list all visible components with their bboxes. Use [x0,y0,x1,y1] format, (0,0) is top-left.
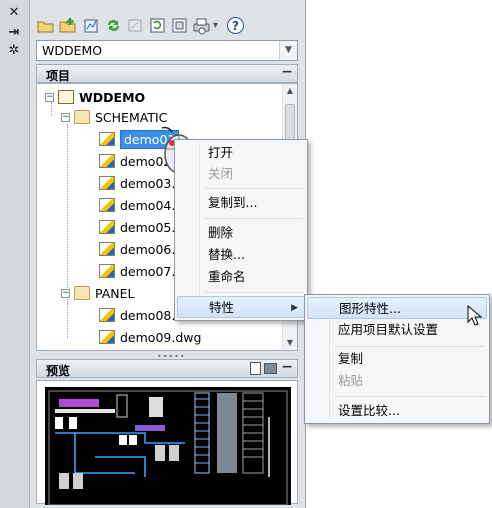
preview-pane [36,380,298,505]
collapse-icon[interactable]: − [61,288,70,298]
folder-icon [74,286,90,300]
drawing-label: demo09.dwg [120,329,202,345]
menu-item-open[interactable]: 打开 [177,142,305,164]
autohide-button[interactable]: ⇥ [6,26,22,40]
tree-folder-panel[interactable]: − PANEL [61,283,135,303]
preview-image-icon[interactable] [264,363,277,374]
drawing-icon [99,264,115,278]
drawing-icon [99,242,115,256]
refresh-button[interactable] [104,16,123,35]
drawing-icon [99,176,115,190]
palette-title-strip: ✕ ⇥ ✲ [0,0,30,508]
submenu-item-paste: 粘贴 [338,373,364,388]
drawing-icon [99,132,115,146]
context-menu: 打开 关闭 复制到... 删除 替换... 重命名 特性 ▶ [174,139,308,321]
menu-item-properties-label: 特性 [209,300,235,315]
folder-icon [74,110,90,124]
tree-root-node[interactable]: − WDDEMO [45,87,145,107]
project-selector-value: WDDEMO [42,43,103,58]
tree-folder-schematic[interactable]: − SCHEMATIC [61,107,167,127]
drawing-icon [99,198,115,212]
new-drawing-button[interactable] [82,16,101,35]
tree-drawing-item[interactable]: demo08.d [99,305,183,325]
open-project-button[interactable] [36,16,55,35]
plot-dropdown-arrow[interactable]: ▾ [213,16,223,35]
folder-label: SCHEMATIC [95,109,168,125]
menu-item-rename[interactable]: 重命名 [177,266,305,288]
close-palette-button[interactable]: ✕ [6,6,22,20]
new-project-button[interactable] [58,16,77,35]
menu-item-properties[interactable]: 特性 ▶ [177,296,305,318]
drawing-icon [99,330,115,344]
collapse-icon[interactable]: − [45,92,54,102]
menu-item-replace[interactable]: 替换... [177,244,305,266]
folder-label: PANEL [95,285,135,301]
submenu-item-copy[interactable]: 复制 [307,348,487,370]
drawing-list-button[interactable] [170,16,189,35]
minimize-projects-button[interactable]: − [281,64,293,80]
submenu-item-apply-defaults[interactable]: 应用项目默认设置 [307,319,487,341]
tree-drawing-item[interactable]: demo06.d [99,239,183,259]
scroll-down-icon[interactable]: ▼ [283,336,297,350]
project-properties-button[interactable] [148,16,167,35]
tree-root-label: WDDEMO [79,89,146,105]
scrollbar-thumb[interactable] [285,104,295,144]
new-drawing-icon [84,19,98,33]
submenu-arrow-icon: ▶ [291,303,298,313]
chevron-down-icon[interactable]: ▼ [279,41,297,60]
update-button[interactable] [126,16,145,35]
tree-drawing-item[interactable]: demo09.dwg [99,327,201,347]
update-icon [128,19,142,32]
projects-panel-header: 项目 − [36,64,298,83]
open-project-icon [37,21,54,33]
minimize-preview-button[interactable]: − [281,359,293,375]
menu-item-close: 关闭 [208,166,234,181]
plot-icon [193,18,210,35]
projects-panel-title: 项目 [46,69,71,83]
submenu-item-drawing-properties[interactable]: 图形特性... [307,297,487,319]
schematic-preview-image [45,387,291,505]
properties-submenu: 图形特性... 应用项目默认设置 复制 粘贴 设置比较... [304,294,490,424]
tree-drawing-item[interactable]: demo03.d [99,173,183,193]
drawing-icon [99,154,115,168]
preview-panel-title: 预览 [46,364,71,378]
plot-button[interactable] [192,16,211,35]
project-selector[interactable]: WDDEMO ▼ [36,40,298,61]
drawing-icon [99,308,115,322]
menu-item-copy-to[interactable]: 复制到... [177,192,305,214]
arrow-cursor-icon [467,305,483,326]
toolbar: ▾ ? [36,16,306,38]
drawing-icon [99,220,115,234]
tree-drawing-item[interactable]: demo07.d [99,261,183,281]
palette-properties-button[interactable]: ✲ [6,44,22,58]
help-icon[interactable]: ? [227,17,244,34]
menu-item-delete[interactable]: 删除 [177,222,305,244]
scroll-up-icon[interactable]: ▲ [283,84,297,98]
tree-drawing-item[interactable]: demo05.d [99,217,183,237]
project-icon [58,90,74,104]
submenu-item-compare-settings[interactable]: 设置比较... [307,400,487,422]
tree-drawing-item[interactable]: demo04.d [99,195,183,215]
project-properties-icon [150,18,165,33]
preview-panel-header: 预览 − [36,359,298,378]
refresh-icon [108,19,119,32]
preview-page-icon[interactable] [250,362,261,375]
new-project-icon [59,18,76,33]
collapse-icon[interactable]: − [61,112,70,122]
drawing-list-icon [172,18,187,33]
